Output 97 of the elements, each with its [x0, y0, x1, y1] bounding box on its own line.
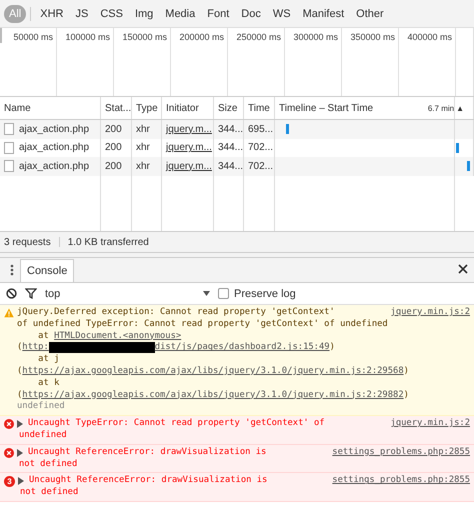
tick-label: 350000 ms [350, 32, 395, 42]
expand-triangle-icon[interactable] [17, 420, 23, 428]
table-cell: xhr [136, 142, 150, 154]
message-text: not defined [19, 458, 78, 470]
status-text: 1.0 KB transferred [68, 236, 149, 248]
request-name[interactable]: ajax_action.php [19, 124, 90, 135]
column-header[interactable]: Type [136, 102, 158, 114]
table-cell: 695... [248, 124, 274, 135]
table-cell: 702... [248, 160, 274, 172]
count-badge: 3 [4, 476, 15, 488]
file-icon [4, 123, 14, 136]
tick-label: 250000 ms [236, 32, 281, 42]
error-icon [4, 419, 14, 430]
link[interactable]: http: [22, 342, 49, 354]
table-cell: 200 [105, 160, 122, 172]
message-text: not defined [20, 487, 78, 499]
message-text: ( [17, 342, 22, 354]
column-header[interactable]: Timeline – Start Time [279, 102, 374, 114]
message-text: undefined [19, 430, 67, 442]
timeline-bar [286, 124, 289, 134]
timeline-bar [467, 161, 470, 171]
context-selector[interactable]: top [45, 288, 60, 300]
link[interactable]: https://ajax.googleapis.com/ajax/libs/jquery/3.1.0/jquery.min.js:2:29568 [22, 366, 404, 378]
filter-tab[interactable]: CSS [95, 4, 128, 22]
message-text: ( [17, 366, 22, 378]
message-text: ) [404, 366, 409, 378]
tick-label: 150000 ms [122, 32, 167, 42]
filter-tab[interactable]: WS [268, 4, 296, 22]
tick-label: 100000 ms [65, 32, 110, 42]
dropdown-arrow-icon[interactable] [203, 291, 210, 296]
message-text: at k [37, 378, 60, 390]
column-header[interactable]: Stat... [105, 102, 132, 114]
message-text: of undefined TypeError: Cannot read property 'getContext' of undefined [17, 318, 388, 331]
status-text: 3 requests [4, 236, 51, 248]
table-cell: 344... [218, 160, 244, 172]
link[interactable]: HTMLDocument.<anonymous> [54, 330, 182, 342]
request-name[interactable]: ajax_action.php [19, 160, 90, 172]
timeline-bar [456, 142, 459, 152]
table-cell: xhr [136, 124, 150, 135]
filter-tab[interactable]: Manifest [298, 4, 350, 22]
overview-marker [0, 28, 2, 43]
request-name[interactable]: ajax_action.php [19, 142, 90, 154]
message-text: ) [404, 390, 409, 402]
message-text: ( [17, 390, 22, 401]
table-cell: 200 [105, 142, 122, 154]
tick-label: 300000 ms [293, 32, 338, 42]
table-cell: xhr [136, 160, 150, 172]
filter-tab[interactable]: Media [160, 4, 200, 22]
initiator-link[interactable]: jquery.m... [166, 160, 212, 172]
file-icon [4, 142, 14, 154]
column-header[interactable]: Time [248, 102, 270, 114]
link[interactable]: https://ajax.googleapis.com/ajax/libs/jquery/3.1.0/jquery.min.js:2:29882 [22, 390, 404, 402]
message-text: at [37, 330, 50, 342]
column-header[interactable]: Initiator [166, 102, 199, 114]
tick-label: 200000 ms [179, 32, 224, 42]
tick-label: 50000 ms [13, 32, 53, 42]
filter-tab[interactable]: JS [70, 4, 94, 22]
source-link[interactable]: settings_problems.php:2855 [332, 446, 470, 459]
drawer-tab[interactable]: Console [20, 259, 74, 282]
filter-tab[interactable]: Other [351, 4, 389, 22]
tick-label: 400000 ms [407, 32, 452, 42]
initiator-link[interactable]: jquery.m... [166, 124, 212, 135]
close-icon[interactable] [458, 264, 468, 274]
clear-icon[interactable] [6, 288, 17, 299]
warning-icon [4, 308, 14, 318]
message-text: undefined [17, 401, 65, 414]
message-text: at j [37, 354, 60, 366]
table-cell: 344... [218, 142, 244, 154]
initiator-link[interactable]: jquery.m... [166, 142, 212, 154]
timeline-scale: 6.7 min [428, 104, 454, 112]
source-link[interactable]: jquery.min.js:2 [390, 307, 470, 319]
message-text: jQuery.Deferred exception: Cannot read property 'getContext' [17, 307, 335, 319]
filter-icon[interactable] [25, 288, 37, 299]
filter-tab[interactable]: XHR [35, 4, 68, 22]
checkbox[interactable] [218, 288, 229, 299]
message-text: Uncaught TypeError: Cannot read property 'getContext' of [28, 418, 325, 430]
filter-tab[interactable]: Font [202, 4, 234, 22]
column-header[interactable]: Name [4, 102, 31, 114]
filter-tab[interactable]: Doc [236, 4, 266, 22]
table-cell: 200 [105, 124, 122, 135]
more-menu-icon[interactable] [10, 264, 14, 276]
link[interactable]: dist/js/pages/dashboard2.js:15:49 [154, 342, 330, 354]
source-link[interactable]: settings_problems.php:2855 [332, 475, 470, 488]
column-header[interactable]: Size [218, 102, 238, 114]
message-text: ) [330, 342, 335, 354]
message-text: Uncaught ReferenceError: drawVisualization is [28, 446, 266, 459]
sort-arrow[interactable]: ▲ [456, 104, 464, 112]
table-cell: 344... [218, 124, 244, 135]
file-icon [4, 160, 14, 172]
filter-tab[interactable]: Img [130, 4, 158, 22]
source-link[interactable]: jquery.min.js:2 [390, 418, 470, 430]
expand-triangle-icon[interactable] [17, 448, 23, 457]
table-cell: 702... [248, 142, 274, 154]
message-text: Uncaught ReferenceError: drawVisualization is [29, 475, 268, 487]
error-icon [4, 448, 14, 458]
expand-triangle-icon[interactable] [18, 477, 24, 486]
checkbox-label[interactable]: Preserve log [234, 288, 296, 300]
